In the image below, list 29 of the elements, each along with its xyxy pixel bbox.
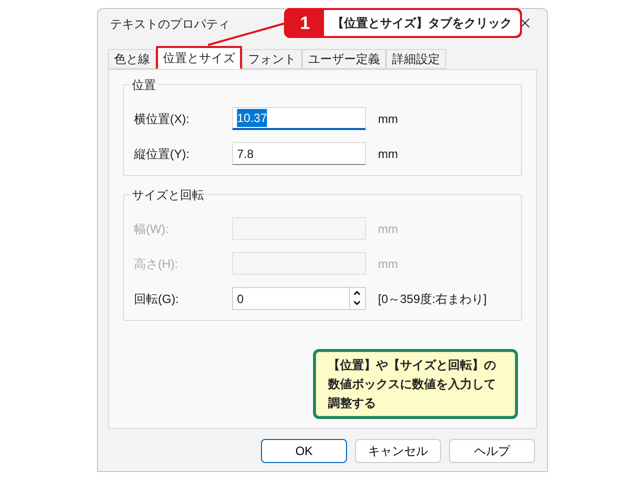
unit-label: mm: [378, 110, 398, 128]
window-title: テキストのプロパティ: [110, 16, 230, 33]
note-text: 【位置】や【サイズと回転】の: [328, 357, 496, 374]
unit-label: [0～359度:右まわり]: [378, 290, 487, 308]
tab[interactable]: フォント: [242, 49, 302, 69]
input-field[interactable]: 7.8: [232, 142, 366, 165]
note-text: 数値ボックスに数値を入力して: [328, 376, 496, 393]
input-field[interactable]: 10.37: [232, 107, 366, 130]
step-text: 【位置とサイズ】タブをクリック: [324, 10, 520, 36]
field-label: 縦位置(Y):: [134, 146, 190, 162]
step-number: 1: [298, 12, 311, 34]
tab[interactable]: 詳細設定: [386, 49, 446, 69]
tab[interactable]: 位置とサイズ: [156, 46, 242, 70]
dialog-button[interactable]: キャンセル: [355, 439, 441, 463]
unit-label: mm: [378, 146, 398, 162]
group-title: サイズと回転: [130, 186, 206, 204]
dialog-button[interactable]: OK: [261, 439, 347, 463]
tab[interactable]: ユーザー定義: [302, 49, 386, 69]
field-label: 回転(G):: [134, 290, 180, 308]
dialog-button[interactable]: ヘルプ: [449, 439, 535, 463]
unit-label: mm: [378, 256, 398, 272]
unit-label: mm: [378, 220, 398, 238]
tab[interactable]: 色と線: [108, 49, 156, 69]
spinner-field[interactable]: 0: [232, 287, 366, 310]
field-label: 横位置(X):: [134, 110, 190, 128]
field-label: 高さ(H):: [134, 256, 179, 272]
group-title: 位置: [130, 76, 158, 94]
field-label: 幅(W):: [134, 220, 170, 238]
note-text: 調整する: [328, 395, 376, 412]
